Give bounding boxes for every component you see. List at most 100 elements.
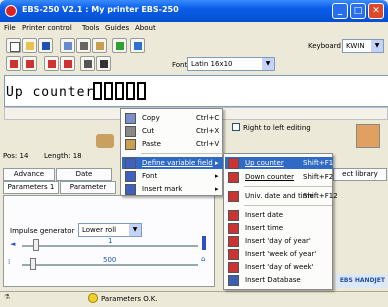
counter-icon: [228, 158, 239, 169]
slider2-value: 500: [103, 256, 117, 264]
slider1-value: 1: [108, 237, 113, 245]
menu-file[interactable]: File: [4, 24, 16, 32]
calendar-icon: [228, 249, 239, 260]
insert-date-item[interactable]: Insert date: [225, 209, 333, 221]
copy-item[interactable]: Copy Ctrl+C: [122, 112, 223, 124]
brand-logo: EBS HANDJET: [335, 274, 387, 288]
tab-advance[interactable]: Advance: [3, 168, 55, 181]
red-tool-icon[interactable]: [6, 56, 21, 71]
smiley-icon: [88, 293, 98, 303]
calendar-icon: [228, 262, 239, 273]
cut-icon: [125, 126, 136, 137]
field-icon: [125, 158, 136, 169]
chevron-right-icon: ▸: [215, 185, 219, 193]
keyboard-select[interactable]: KWIN ▼: [342, 39, 384, 53]
impulse-label: Impulse generator: [10, 227, 75, 235]
font-label: Font: [172, 61, 188, 69]
tab-parameters-2[interactable]: Parameter: [60, 181, 116, 194]
up-counter-item[interactable]: Up counter Shift+F1: [225, 157, 333, 169]
down-counter-item[interactable]: Down counter Shift+F2: [225, 171, 333, 183]
chevron-right-icon: ▸: [215, 172, 219, 180]
minimize-button[interactable]: _: [332, 3, 348, 19]
slider-marker: [202, 236, 206, 250]
paste-item[interactable]: Paste Ctrl+V: [122, 138, 223, 150]
cut-item[interactable]: Cut Ctrl+X: [122, 125, 223, 137]
slider-track[interactable]: [22, 245, 198, 247]
font-item[interactable]: Font ▸: [122, 170, 223, 182]
menu-printer-control[interactable]: Printer control: [22, 24, 72, 32]
define-variable-field-item[interactable]: Define variable field ▸: [122, 157, 223, 169]
counter-placeholder: [137, 82, 146, 100]
menu-about[interactable]: About: [135, 24, 156, 32]
chevron-down-icon: ▼: [262, 58, 274, 70]
bucket-icon: ⌂: [201, 255, 206, 263]
counter-placeholder: [104, 82, 113, 100]
status-bar: [0, 291, 388, 307]
open-icon[interactable]: [22, 38, 37, 53]
univ-date-time-item[interactable]: Univ. date and time Shift+F12: [225, 190, 338, 202]
grid-icon[interactable]: [80, 56, 95, 71]
insert-day-of-year-item[interactable]: Insert 'day of year': [225, 235, 333, 247]
paste-icon[interactable]: [92, 38, 107, 53]
slider-track[interactable]: [22, 264, 198, 266]
insert-day-of-week-item[interactable]: Insert 'day of week': [225, 261, 333, 273]
insert-time-item[interactable]: Insert time: [225, 222, 333, 234]
insert-week-of-year-item[interactable]: Insert 'week of year': [225, 248, 333, 260]
check-icon[interactable]: [112, 38, 127, 53]
slider-thumb[interactable]: [30, 258, 36, 270]
printer-icon[interactable]: [96, 134, 114, 148]
database-icon: [228, 275, 239, 286]
slider-thumb[interactable]: [33, 239, 39, 251]
counter-placeholder: [93, 82, 102, 100]
menu-bar: File Printer control Tools Guides About: [0, 22, 388, 35]
tab-date[interactable]: Date: [56, 168, 112, 181]
maximize-button[interactable]: □: [350, 3, 366, 19]
chevron-right-icon: ▸: [215, 159, 219, 167]
cursor-position: Pos: 14: [3, 152, 29, 160]
menu-guides[interactable]: Guides: [105, 24, 129, 32]
right-to-left-checkbox[interactable]: [232, 123, 240, 131]
keyboard-label: Keyboard: [308, 42, 341, 50]
menu-separator: [244, 186, 332, 187]
context-menu: Copy Ctrl+C Cut Ctrl+X Paste Ctrl+V Defi…: [120, 108, 223, 196]
variable-field-submenu: Up counter Shift+F1 Down counter Shift+F…: [223, 153, 338, 290]
mark-icon: [125, 184, 136, 195]
app-icon: [5, 5, 17, 17]
handjet-icon[interactable]: [356, 124, 380, 148]
paste-icon: [125, 139, 136, 150]
message-text: Up counter:: [6, 85, 104, 100]
window-title: EBS-250 V2.1 : My printer EBS-250: [22, 5, 179, 14]
new-icon[interactable]: [6, 38, 21, 53]
right-to-left-label: Right to left editing: [243, 124, 311, 132]
status-text: Parameters O.K.: [101, 295, 158, 303]
counter-placeholder: [126, 82, 135, 100]
message-length: Length: 18: [44, 152, 82, 160]
counter-icon: [228, 172, 239, 183]
pen-icon[interactable]: [130, 38, 145, 53]
copy-icon: [125, 113, 136, 124]
cut-icon[interactable]: [76, 38, 91, 53]
insert-database-item[interactable]: Insert Database: [225, 274, 333, 286]
save-icon[interactable]: [38, 38, 53, 53]
red-tool-icon[interactable]: [22, 56, 37, 71]
tab-parameters-1[interactable]: Parameters 1: [3, 181, 59, 194]
copy-icon[interactable]: [60, 38, 75, 53]
chevron-down-icon: ▼: [129, 224, 141, 236]
menu-tools[interactable]: Tools: [82, 24, 99, 32]
impulse-select[interactable]: Lower roll ▼: [78, 223, 142, 237]
bucket-icon: ⚗: [4, 293, 11, 301]
arrow-left-icon[interactable]: ◄: [10, 240, 15, 248]
chevron-down-icon: ▼: [371, 40, 383, 52]
close-button[interactable]: ✕: [368, 3, 384, 19]
red-tool-icon[interactable]: [60, 56, 75, 71]
calendar-icon: [228, 236, 239, 247]
insert-mark-item[interactable]: Insert mark ▸: [122, 183, 223, 195]
bar-icon[interactable]: [96, 56, 111, 71]
font-select[interactable]: Latin 16x10 ▼: [187, 57, 275, 71]
red-tool-icon[interactable]: [44, 56, 59, 71]
tab-object-library[interactable]: ect library: [333, 168, 387, 181]
font-icon: [125, 171, 136, 182]
clock-icon: [228, 191, 239, 202]
menu-separator: [141, 153, 223, 154]
calendar-icon: [228, 210, 239, 221]
